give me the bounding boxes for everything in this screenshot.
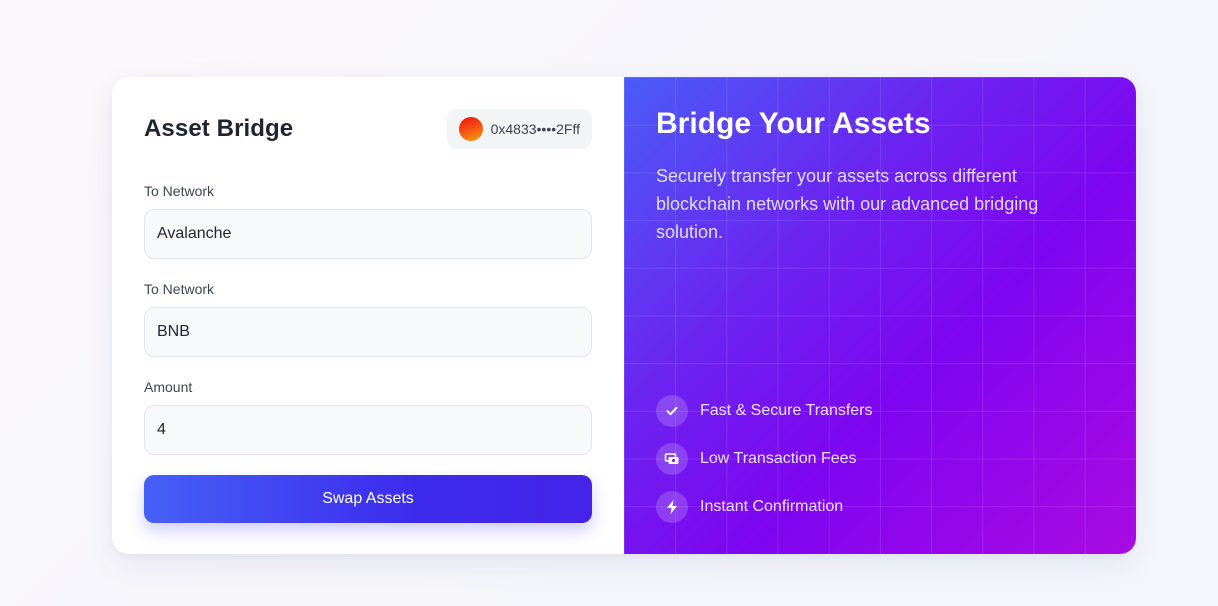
lightning-bolt-icon [656, 491, 688, 523]
wallet-avatar-icon [458, 117, 483, 141]
wallet-address: 0x4833••••2Fff [490, 121, 580, 137]
feature-item: Low Transaction Fees [656, 443, 873, 475]
bridge-form-panel: Asset Bridge 0x4833••••2Fff To Network A… [112, 77, 624, 554]
wallet-badge[interactable]: 0x4833••••2Fff [446, 109, 592, 149]
feature-list: Fast & Secure Transfers Low Transaction … [656, 395, 873, 539]
promo-panel: Bridge Your Assets Securely transfer you… [624, 77, 1136, 554]
to-network-select[interactable]: Avalanche [144, 209, 592, 259]
money-bill-icon [656, 443, 688, 475]
to-network-value: Avalanche [157, 225, 232, 242]
amount-value: 4 [157, 421, 166, 438]
form-header: Asset Bridge 0x4833••••2Fff [144, 109, 592, 149]
to-network-select-2[interactable]: BNB [144, 307, 592, 357]
amount-field: Amount 4 [144, 379, 592, 455]
swap-assets-button[interactable]: Swap Assets [144, 475, 592, 523]
feature-label: Low Transaction Fees [700, 450, 857, 467]
feature-item: Instant Confirmation [656, 491, 873, 523]
to-network-field-2: To Network BNB [144, 281, 592, 357]
amount-label: Amount [144, 379, 193, 395]
check-icon [656, 395, 688, 427]
bridge-card: Asset Bridge 0x4833••••2Fff To Network A… [112, 77, 1136, 554]
to-network-field: To Network Avalanche [144, 183, 592, 259]
feature-label: Instant Confirmation [700, 498, 844, 515]
to-network-value-2: BNB [157, 323, 190, 340]
to-network-label: To Network [144, 183, 215, 199]
feature-label: Fast & Secure Transfers [700, 402, 873, 419]
promo-title: Bridge Your Assets [656, 107, 931, 140]
page-title: Asset Bridge [144, 115, 294, 142]
amount-input[interactable]: 4 [144, 405, 592, 455]
feature-item: Fast & Secure Transfers [656, 395, 873, 427]
promo-description: Securely transfer your assets across dif… [656, 166, 1039, 242]
to-network-label-2: To Network [144, 281, 215, 297]
